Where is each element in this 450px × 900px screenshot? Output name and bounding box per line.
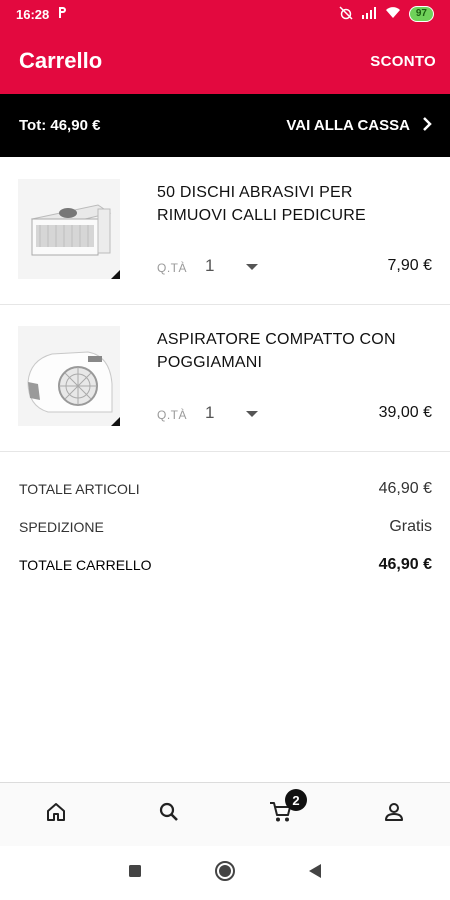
- cart-item[interactable]: 50 DISCHI ABRASIVI PER RIMUOVI CALLI PED…: [0, 157, 450, 305]
- home-system-button[interactable]: [180, 860, 270, 887]
- recents-button[interactable]: [90, 864, 180, 883]
- quantity-select[interactable]: 1: [205, 256, 214, 276]
- image-corner-marker: [111, 270, 120, 279]
- tab-search[interactable]: [113, 783, 226, 846]
- checkout-label: VAI ALLA CASSA: [286, 117, 410, 134]
- cart-summary: TOTALE ARTICOLI 46,90 € SPEDIZIONE Grati…: [19, 470, 432, 584]
- tab-cart[interactable]: 2: [225, 783, 338, 846]
- product-image[interactable]: [18, 179, 120, 279]
- shipping-value: Gratis: [389, 518, 432, 535]
- app-bar: Carrello SCONTO: [0, 28, 450, 94]
- checkout-button[interactable]: VAI ALLA CASSA: [286, 116, 432, 136]
- system-navigation-bar: [0, 846, 450, 900]
- product-price: 7,90 €: [387, 257, 432, 274]
- home-icon: [45, 801, 67, 828]
- alarm-off-icon: [339, 5, 353, 23]
- tab-account[interactable]: [338, 783, 450, 846]
- battery-indicator: 97: [408, 6, 434, 22]
- triangle-back-icon: [308, 863, 322, 884]
- discount-button[interactable]: SCONTO: [370, 53, 436, 70]
- search-icon: [158, 801, 180, 828]
- tab-home[interactable]: [0, 783, 113, 846]
- p-icon: [57, 6, 67, 22]
- chevron-right-icon: [422, 116, 432, 136]
- summary-cart-total-row: TOTALE CARRELLO 46,90 €: [19, 546, 432, 584]
- account-icon: [383, 801, 405, 828]
- product-name: 50 DISCHI ABRASIVI PER RIMUOVI CALLI PED…: [157, 184, 366, 224]
- status-bar: 16:28 97: [0, 0, 450, 28]
- bottom-navigation: 2: [0, 782, 450, 846]
- circle-icon: [214, 860, 236, 887]
- articles-total-label: TOTALE ARTICOLI: [19, 481, 140, 497]
- cart-item[interactable]: ASPIRATORE COMPATTO CON POGGIAMANI Q.TÀ …: [0, 304, 450, 452]
- page-title: Carrello: [19, 48, 103, 73]
- quantity-label: Q.TÀ: [157, 261, 188, 275]
- summary-articles-row: TOTALE ARTICOLI 46,90 €: [19, 470, 432, 508]
- articles-total-value: 46,90 €: [378, 480, 432, 497]
- product-image[interactable]: [18, 326, 120, 426]
- quantity-label: Q.TÀ: [157, 408, 188, 422]
- quantity-select[interactable]: 1: [205, 403, 214, 423]
- summary-shipping-row: SPEDIZIONE Gratis: [19, 508, 432, 546]
- status-time: 16:28: [16, 6, 50, 22]
- cart-total-short: Tot: 46,90 €: [19, 117, 101, 134]
- cart-total-label: TOTALE CARRELLO: [19, 557, 152, 573]
- cart-total-value: 46,90 €: [378, 556, 432, 573]
- product-name: ASPIRATORE COMPATTO CON POGGIAMANI: [157, 331, 396, 371]
- cart-count-badge: 2: [285, 789, 307, 811]
- checkout-bar: Tot: 46,90 € VAI ALLA CASSA: [0, 94, 450, 157]
- chevron-down-icon[interactable]: [246, 264, 258, 270]
- shipping-label: SPEDIZIONE: [19, 519, 104, 535]
- square-icon: [128, 864, 142, 883]
- signal-icon: [361, 6, 377, 22]
- back-button[interactable]: [270, 863, 360, 884]
- chevron-down-icon[interactable]: [246, 411, 258, 417]
- product-price: 39,00 €: [378, 404, 432, 421]
- wifi-icon: [385, 6, 401, 22]
- image-corner-marker: [111, 417, 120, 426]
